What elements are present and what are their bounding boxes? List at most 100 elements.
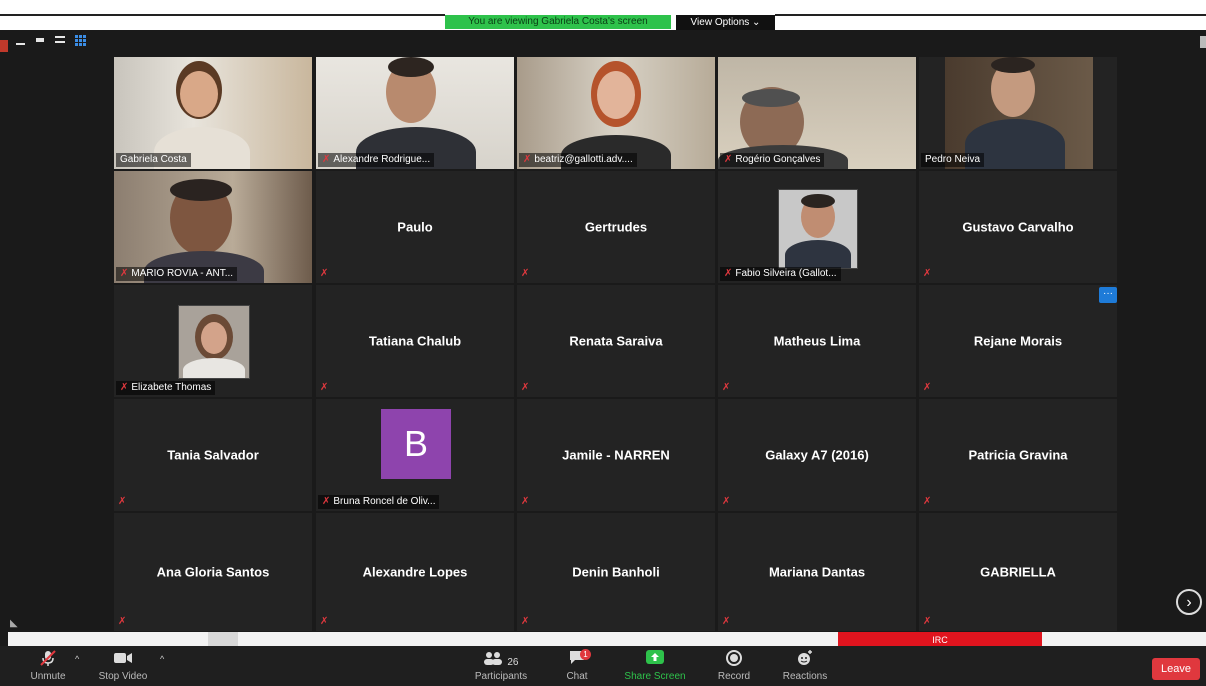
share-screen-icon: [622, 649, 688, 671]
speaker-view-icon[interactable]: [34, 34, 46, 46]
participant-tile-paulo[interactable]: Paulo ✗: [316, 171, 514, 283]
muted-mic-icon: ✗: [320, 382, 329, 393]
participants-count: 26: [507, 657, 519, 668]
top-divider-right: [775, 14, 1206, 16]
participant-name: Paulo: [397, 219, 433, 235]
participant-name: Matheus Lima: [773, 333, 861, 349]
participant-tile-jamile-narren[interactable]: Jamile - NARREN ✗: [517, 399, 715, 511]
reactions-button[interactable]: Reactions: [778, 646, 832, 686]
muted-mic-icon: ✗: [724, 268, 733, 279]
participant-tile-gertrudes[interactable]: Gertrudes ✗: [517, 171, 715, 283]
list-view-icon[interactable]: [54, 34, 66, 46]
top-divider-left: [0, 14, 445, 16]
participant-tile-elizabete-thomas[interactable]: ✗ Elizabete Thomas: [114, 285, 312, 397]
participant-tile-gabriela-costa[interactable]: Gabriela Costa: [114, 57, 312, 169]
muted-mic-icon: ✗: [521, 382, 530, 393]
left-edge-indicator: [0, 40, 8, 52]
participant-tile-rogerio-goncalves[interactable]: ✗ Rogério Gonçalves: [718, 57, 916, 169]
participant-name: Rejane Morais: [973, 333, 1063, 349]
leave-button[interactable]: Leave: [1152, 658, 1200, 680]
participant-tile-bruna-roncel[interactable]: B ✗ Bruna Roncel de Oliv...: [316, 399, 514, 511]
more-options-button[interactable]: ···: [1099, 287, 1117, 303]
muted-mic-icon: ✗: [923, 496, 932, 507]
profile-photo: [178, 305, 250, 379]
muted-mic-icon: ✗: [521, 616, 530, 627]
participant-tile-mario-rovia[interactable]: ✗ MARIO ROVIA - ANT...: [114, 171, 312, 283]
participant-tile-alexandre-rodrigues[interactable]: ✗ Alexandre Rodrigue...: [316, 57, 514, 169]
participant-name: Denin Banholi: [572, 564, 660, 580]
muted-mic-icon: ✗: [923, 382, 932, 393]
muted-mic-icon: ✗: [923, 616, 932, 627]
resize-handle-icon[interactable]: ◣: [10, 618, 24, 630]
muted-mic-icon: ✗: [722, 382, 731, 393]
participant-name: Ana Gloria Santos: [156, 564, 270, 580]
strip-red-segment: IRC: [838, 632, 1042, 646]
participant-name: Alexandre Lopes: [362, 564, 468, 580]
audio-options-button[interactable]: ^: [70, 646, 80, 686]
avatar: B: [381, 409, 451, 479]
chat-badge: 1: [580, 649, 591, 660]
muted-mic-icon: ✗: [322, 154, 331, 165]
participant-tile-matheus-lima[interactable]: Matheus Lima ✗: [718, 285, 916, 397]
profile-photo: [778, 189, 858, 269]
muted-mic-icon: ✗: [322, 496, 331, 507]
participant-tile-galaxy-a7[interactable]: Galaxy A7 (2016) ✗: [718, 399, 916, 511]
participant-tile-patricia-gravina[interactable]: Patricia Gravina ✗: [919, 399, 1117, 511]
participant-tile-gustavo-carvalho[interactable]: Gustavo Carvalho ✗: [919, 171, 1117, 283]
chevron-up-icon: ^: [160, 654, 165, 664]
participant-name: Mariana Dantas: [768, 564, 866, 580]
participant-name-label: ✗ MARIO ROVIA - ANT...: [116, 267, 238, 281]
participant-tile-beatriz[interactable]: ✗ beatriz@gallotti.adv....: [517, 57, 715, 169]
muted-mic-icon: ✗: [523, 154, 532, 165]
participant-name-label: ✗ Alexandre Rodrigue...: [318, 153, 435, 167]
participant-name: Tania Salvador: [167, 447, 259, 463]
top-bar: You are viewing Gabriela Costa's screen …: [0, 0, 1206, 31]
participant-name-label: ✗ Elizabete Thomas: [116, 381, 216, 395]
smiley-add-icon: [778, 649, 832, 671]
participant-name: Tatiana Chalub: [368, 333, 462, 349]
side-panel-handle[interactable]: [1200, 36, 1206, 48]
participant-tile-tania-salvador[interactable]: Tania Salvador ✗: [114, 399, 312, 511]
participant-tile-mariana-dantas[interactable]: Mariana Dantas ✗: [718, 513, 916, 631]
meeting-toolbar: Unmute ^ Stop Video ^ 26 Participants 1 …: [0, 646, 1206, 686]
participant-name: Jamile - NARREN: [562, 447, 670, 463]
video-options-button[interactable]: ^: [155, 646, 165, 686]
view-controls: [14, 34, 86, 46]
muted-mic-icon: ✗: [722, 496, 731, 507]
record-button[interactable]: Record: [714, 646, 754, 686]
participant-tile-pedro-neiva[interactable]: Pedro Neiva: [919, 57, 1117, 169]
participant-tile-denin-banholi[interactable]: Denin Banholi ✗: [517, 513, 715, 631]
chevron-up-icon: ^: [75, 654, 80, 664]
participant-tile-renata-saraiva[interactable]: Renata Saraiva ✗: [517, 285, 715, 397]
participant-name-label: ✗ Fabio Silveira (Gallot...: [720, 267, 841, 281]
participant-name-label: ✗ Rogério Gonçalves: [720, 153, 825, 167]
muted-mic-icon: ✗: [320, 616, 329, 627]
muted-mic-icon: ✗: [118, 616, 127, 627]
participant-name: Patricia Gravina: [968, 447, 1068, 463]
participant-name: Renata Saraiva: [569, 333, 663, 349]
participants-button[interactable]: 26 Participants: [470, 646, 532, 686]
participant-name: Galaxy A7 (2016): [765, 447, 869, 463]
participant-tile-fabio-silveira[interactable]: ✗ Fabio Silveira (Gallot...: [718, 171, 916, 283]
gallery-view-icon[interactable]: [74, 34, 86, 46]
chat-button[interactable]: 1 Chat: [560, 646, 594, 686]
muted-mic-icon: [26, 649, 70, 671]
next-page-button[interactable]: ›: [1176, 589, 1202, 615]
share-screen-button[interactable]: Share Screen: [622, 646, 688, 686]
participant-tile-alexandre-lopes[interactable]: Alexandre Lopes ✗: [316, 513, 514, 631]
participant-tile-gabriella[interactable]: GABRIELLA ✗: [919, 513, 1117, 631]
muted-mic-icon: ✗: [724, 154, 733, 165]
viewing-screen-banner: You are viewing Gabriela Costa's screen: [445, 15, 671, 29]
participant-name-label: ✗ beatriz@gallotti.adv....: [519, 153, 637, 167]
view-options-button[interactable]: View Options ⌄: [676, 15, 775, 31]
participant-tile-rejane-morais[interactable]: ··· Rejane Morais ✗: [919, 285, 1117, 397]
unmute-button[interactable]: Unmute: [26, 646, 70, 686]
participant-tile-ana-gloria-santos[interactable]: Ana Gloria Santos ✗: [114, 513, 312, 631]
minimize-view-icon[interactable]: [14, 34, 26, 46]
muted-mic-icon: ✗: [521, 268, 530, 279]
stop-video-button[interactable]: Stop Video: [98, 646, 148, 686]
participant-tile-tatiana-chalub[interactable]: Tatiana Chalub ✗: [316, 285, 514, 397]
shared-screen-strip: IRC: [8, 632, 1206, 646]
video-camera-icon: [98, 649, 148, 671]
muted-mic-icon: ✗: [923, 268, 932, 279]
